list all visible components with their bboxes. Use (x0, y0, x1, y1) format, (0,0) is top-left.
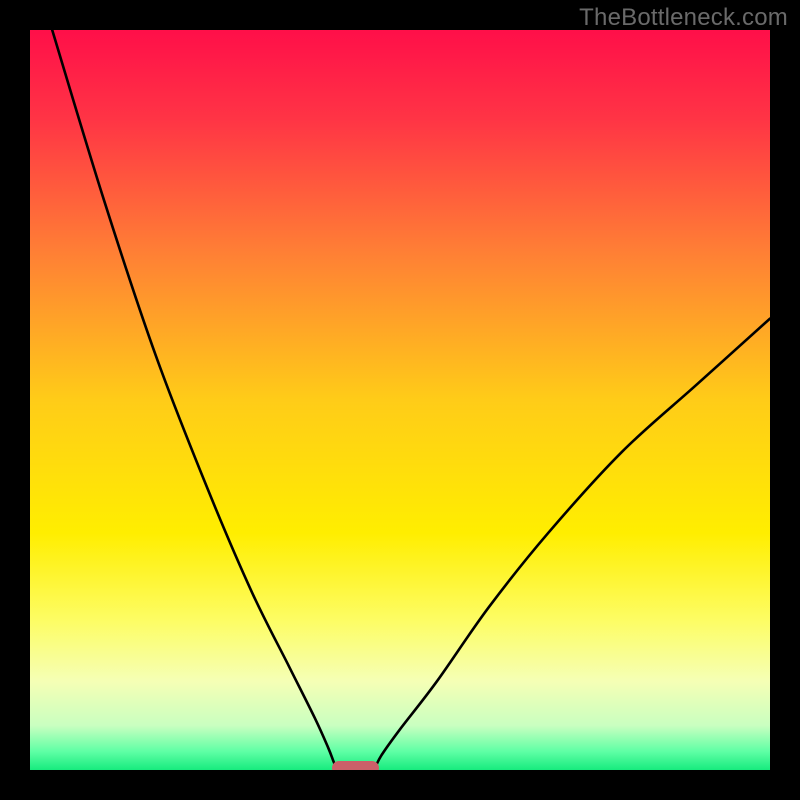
right-branch-curve (374, 319, 770, 770)
left-branch-curve (52, 30, 337, 770)
chart-frame (0, 0, 800, 800)
bottleneck-marker (332, 761, 379, 770)
watermark: TheBottleneck.com (579, 4, 788, 32)
curve-layer (30, 30, 770, 770)
plot-area (30, 30, 770, 770)
